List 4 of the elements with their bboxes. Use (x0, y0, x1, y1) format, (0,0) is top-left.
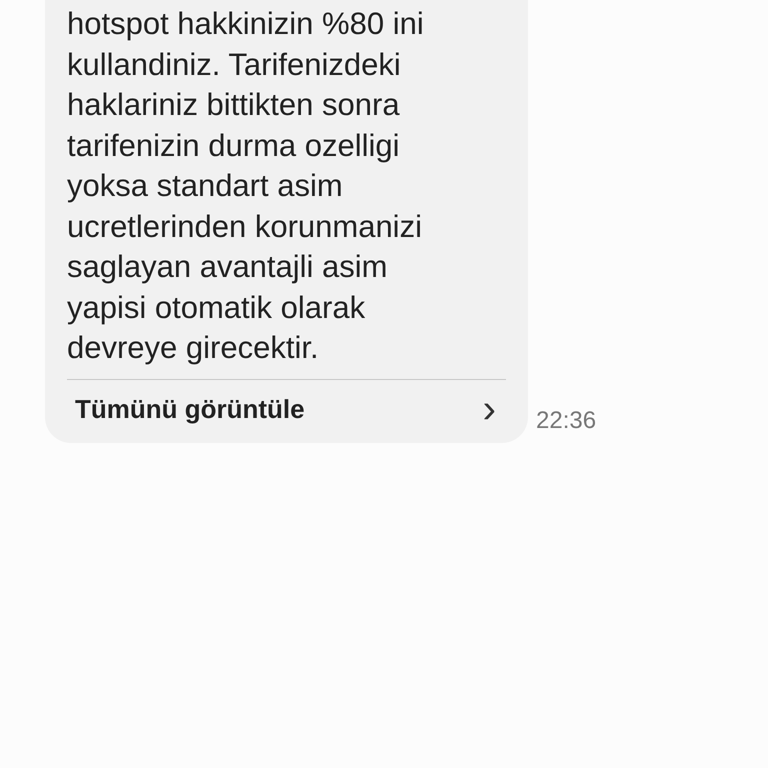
chevron-icon: › (482, 394, 496, 424)
view-all-link[interactable]: Tümünü görüntüle › (67, 380, 506, 442)
message-text: hotspot hakkinizin %80 ini kullandiniz. Tarifenizdeki haklariniz bittikten sonra tarifenizin durma ozelligi yoksa standart asim ucretlerinden korunmanizi saglayan avantajli asim yapisi otomatik olarak devreye girecektir. (67, 5, 425, 367)
message-time: 22:36 (536, 406, 596, 434)
